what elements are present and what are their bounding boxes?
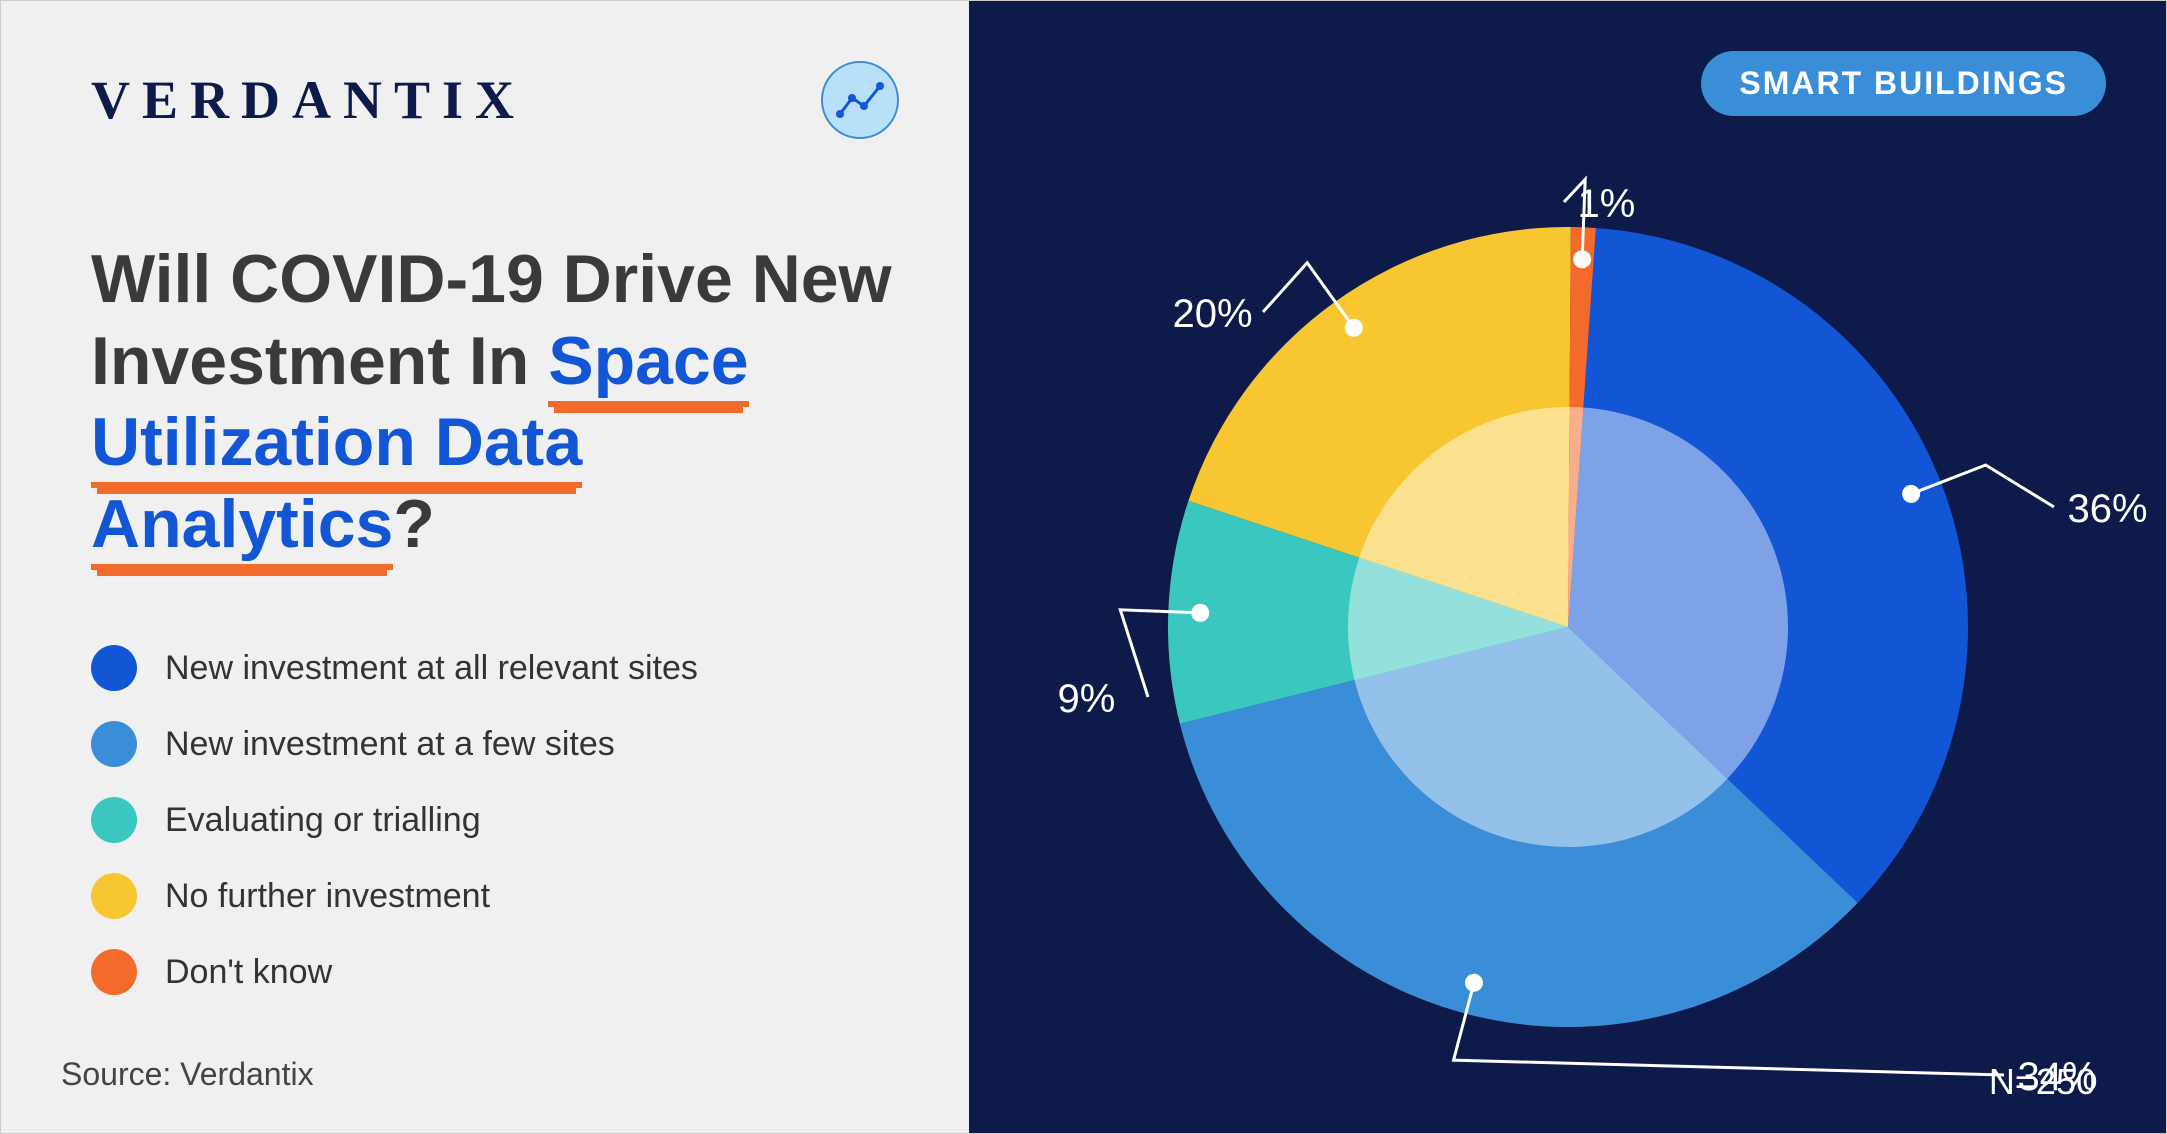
legend-item: No further investment [91,873,899,919]
legend-swatch [91,721,137,767]
brand-text: ERDANTIX [142,70,526,130]
chart-legend: New investment at all relevant sites New … [91,645,899,995]
title-tail: ? [393,486,435,562]
pie-data-label: 1% [1578,182,1636,227]
legend-label: Don't know [165,953,332,992]
source-label: Source: Verdantix [61,1056,314,1093]
left-panel: VERDANTIX Will COVID-19 Drive New Invest… [1,1,969,1133]
title-lead: Will COVID-19 Drive New Investment In [91,241,892,399]
pie-data-label: 36% [2068,487,2148,532]
page-title: Will COVID-19 Drive New Investment In Sp… [91,239,899,565]
legend-item: Don't know [91,949,899,995]
legend-swatch [91,873,137,919]
brand-logo: VERDANTIX [91,69,526,131]
legend-item: New investment at a few sites [91,721,899,767]
pie-chart: 36%34%9%20%1% [1018,107,2118,1107]
sample-size: N=250 [1989,1061,2096,1103]
analytics-icon [821,61,899,139]
legend-label: New investment at all relevant sites [165,649,698,688]
legend-swatch [91,645,137,691]
right-panel: SMART BUILDINGS 36%34%9%20%1% N=250 [969,1,2166,1133]
legend-label: No further investment [165,877,490,916]
brand-row: VERDANTIX [91,61,899,139]
legend-label: Evaluating or trialling [165,801,481,840]
legend-swatch [91,949,137,995]
pie-data-label: 20% [1173,292,1253,337]
infographic-page: VERDANTIX Will COVID-19 Drive New Invest… [0,0,2167,1134]
legend-item: New investment at all relevant sites [91,645,899,691]
pie-data-label: 9% [1058,677,1116,722]
legend-swatch [91,797,137,843]
legend-item: Evaluating or trialling [91,797,899,843]
legend-label: New investment at a few sites [165,725,615,764]
